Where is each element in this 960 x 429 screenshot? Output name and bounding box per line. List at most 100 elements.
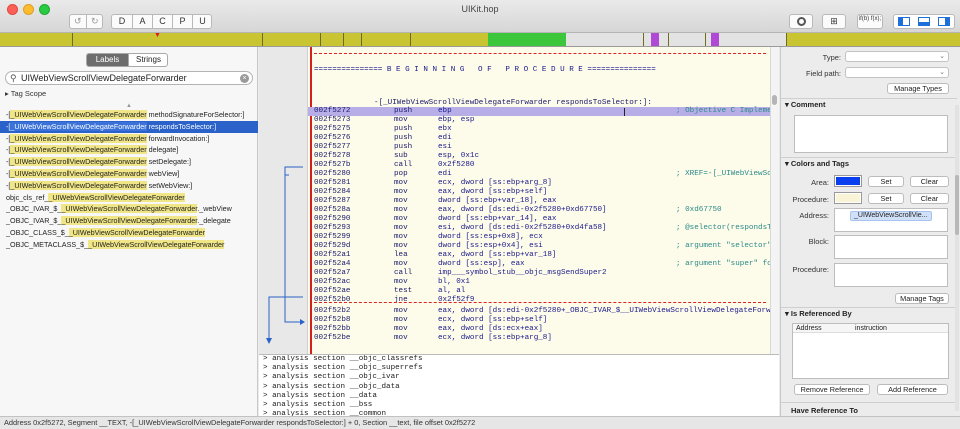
instruction-row[interactable]: 002f5278 sub esp, 0x1c bbox=[314, 152, 770, 161]
inspector-scrollbar[interactable] bbox=[955, 105, 959, 411]
comment-section-header[interactable]: ▾ Comment bbox=[785, 100, 825, 109]
symbol-list-item[interactable]: -[_UIWebViewScrollViewDelegateForwarder … bbox=[0, 144, 258, 156]
area-set-button[interactable]: Set bbox=[868, 176, 904, 187]
procedure-type-button[interactable]: P bbox=[172, 15, 192, 28]
area-clear-button[interactable]: Clear bbox=[910, 176, 949, 187]
instruction-row[interactable]: 002f5275 push ebx bbox=[314, 125, 770, 134]
address-tags-field[interactable]: _UIWebViewScrollVie... bbox=[834, 208, 948, 232]
instruction-row[interactable]: 002f5287 mov dword [ss:ebp+var_18], eax bbox=[314, 197, 770, 206]
undo-icon[interactable]: ↺ bbox=[74, 15, 82, 28]
instruction-row[interactable]: 002f5293 mov esi, dword [ds:edi-0x2f5280+0… bbox=[314, 224, 770, 233]
instruction-row[interactable]: 002f5290 mov dword [ss:ebp+var_14], eax bbox=[314, 215, 770, 224]
procedure-color-well[interactable] bbox=[834, 192, 862, 204]
symbol-list-item[interactable]: objc_cls_ref__UIWebViewScrollViewDelegat… bbox=[0, 192, 258, 204]
symbol-list-item[interactable]: _OBJC_IVAR_$__UIWebViewScrollViewDelegat… bbox=[0, 215, 258, 227]
instruction-row[interactable]: 002f52be mov ecx, dword [ss:ebp+arg_8] bbox=[314, 334, 770, 343]
search-match-highlight: _UIWebViewScrollViewDelegateForwarder bbox=[61, 204, 198, 214]
strings-tab[interactable]: Strings bbox=[128, 54, 167, 66]
instruction-row[interactable]: 002f52b0 jne 0x2f52f9 bbox=[314, 296, 770, 305]
type-select[interactable]: ⌄ bbox=[845, 51, 949, 62]
control-flow-graph-icon: ⊞ bbox=[830, 16, 838, 26]
symbol-list-item[interactable]: _OBJC_CLASS_$__UIWebViewScrollViewDelega… bbox=[0, 227, 258, 239]
instruction-row[interactable]: 002f5273 mov ebp, esp bbox=[314, 116, 770, 125]
instruction-row[interactable]: 002f52b2 mov eax, dword [ds:edi-0x2f5280+_… bbox=[314, 307, 770, 316]
instruction-operands: edi bbox=[438, 170, 452, 178]
right-panel-toggle-icon[interactable] bbox=[938, 17, 950, 26]
remove-reference-button[interactable]: Remove Reference bbox=[794, 384, 870, 395]
search-input[interactable]: UIWebViewScrollViewDelegateForwarder bbox=[21, 72, 187, 84]
procedure-color-label: Procedure: bbox=[792, 195, 829, 204]
segment-tick bbox=[320, 33, 321, 46]
referenced-by-section-header[interactable]: ▾ Is Referenced By bbox=[785, 309, 852, 318]
have-reference-section-header[interactable]: Have Reference To bbox=[791, 406, 858, 415]
instruction-row[interactable]: 002f5276 push edi bbox=[314, 134, 770, 143]
comment-textarea[interactable] bbox=[794, 115, 948, 153]
instruction-row[interactable]: 002f52ae test al, al bbox=[314, 287, 770, 296]
instruction-row[interactable]: 002f52b8 mov ecx, dword [ss:ebp+self] bbox=[314, 316, 770, 325]
symbol-list-item[interactable]: -[_UIWebViewScrollViewDelegateForwarder … bbox=[0, 156, 258, 168]
instruction-mnemonic: push bbox=[394, 125, 413, 133]
field-path-select[interactable]: ⌄ bbox=[845, 67, 949, 78]
redo-icon[interactable]: ↻ bbox=[91, 15, 99, 28]
code-scrollbar[interactable] bbox=[770, 47, 779, 354]
undefined-type-button[interactable]: U bbox=[192, 15, 212, 28]
segment-navigation-bar[interactable]: ▼ bbox=[0, 32, 960, 47]
splitter-grip-icon[interactable]: ▲ bbox=[126, 103, 132, 109]
procedure-tags-field[interactable] bbox=[834, 263, 948, 287]
data-type-button[interactable]: D bbox=[112, 15, 132, 28]
symbol-list-item[interactable]: -[_UIWebViewScrollViewDelegateForwarder … bbox=[0, 133, 258, 145]
instruction-row[interactable]: 002f529d mov dword [ss:esp+0x4], esi ; argu… bbox=[314, 242, 770, 251]
referenced-by-table[interactable]: Address instruction bbox=[792, 323, 949, 379]
symbol-list-item[interactable]: -[_UIWebViewScrollViewDelegateForwarder … bbox=[0, 180, 258, 192]
instruction-address: 002f52a1 bbox=[314, 251, 351, 259]
symbol-list-item[interactable]: _OBJC_METACLASS_$__UIWebViewScrollViewDe… bbox=[0, 239, 258, 251]
symbol-list-item[interactable]: -[_UIWebViewScrollViewDelegateForwarder … bbox=[0, 120, 258, 133]
symbol-list-item[interactable]: -[_UIWebViewScrollViewDelegateForwarder … bbox=[0, 109, 258, 121]
instruction-row[interactable]: 002f52ac mov bl, 0x1 bbox=[314, 278, 770, 287]
control-flow-graph-button[interactable]: ⊞ bbox=[822, 14, 846, 29]
instruction-row[interactable]: 002f52a7 call imp___symbol_stub__objc_msgS… bbox=[314, 269, 770, 278]
instruction-row[interactable]: 002f52bb mov eax, dword [ds:ecx+eax] bbox=[314, 325, 770, 334]
instruction-row[interactable]: 002f5281 mov ecx, dword [ss:ebp+arg_8] bbox=[314, 179, 770, 188]
debug-button[interactable] bbox=[789, 14, 813, 29]
instruction-row[interactable]: 002f52a1 lea eax, dword [ss:ebp+var_18] bbox=[314, 251, 770, 260]
procedure-set-button[interactable]: Set bbox=[868, 193, 904, 204]
instruction-address: 002f52b8 bbox=[314, 316, 351, 324]
address-column-header[interactable]: Address bbox=[796, 324, 822, 333]
disassembly-view[interactable]: =============== B E G I N N I N G O F P … bbox=[308, 47, 770, 354]
scroll-thumb[interactable] bbox=[772, 95, 777, 105]
code-type-button[interactable]: C bbox=[152, 15, 172, 28]
add-reference-button[interactable]: Add Reference bbox=[877, 384, 948, 395]
instruction-row[interactable]: 002f5272 push ebp ; Objective C Implemen bbox=[314, 107, 770, 116]
instruction-mnemonic: mov bbox=[394, 307, 408, 315]
symbol-list-item[interactable]: _OBJC_IVAR_$__UIWebViewScrollViewDelegat… bbox=[0, 203, 258, 215]
search-match-highlight: _UIWebViewScrollViewDelegateForwarder bbox=[10, 133, 147, 143]
instruction-row[interactable]: 002f528a mov eax, dword [ds:edi-0x2f5280+0… bbox=[314, 206, 770, 215]
instruction-row[interactable]: 002f5277 push esi bbox=[314, 143, 770, 152]
symbol-list-item[interactable]: -[_UIWebViewScrollViewDelegateForwarder … bbox=[0, 168, 258, 180]
clear-search-icon[interactable]: × bbox=[240, 74, 249, 83]
instruction-row[interactable]: 002f527b call 0x2f5280 bbox=[314, 161, 770, 170]
tag-scope-toggle[interactable]: ▸ Tag Scope bbox=[5, 89, 46, 98]
procedure-clear-button[interactable]: Clear bbox=[910, 193, 949, 204]
manage-tags-button[interactable]: Manage Tags bbox=[895, 293, 949, 304]
instruction-row[interactable]: 002f5280 pop edi ; XREF=-[_UIWebViewScr bbox=[314, 170, 770, 179]
area-color-well[interactable] bbox=[834, 175, 862, 187]
block-tags-field[interactable] bbox=[834, 235, 948, 259]
manage-types-button[interactable]: Manage Types bbox=[887, 83, 949, 94]
instruction-column-header[interactable]: instruction bbox=[855, 324, 887, 333]
address-tag-token[interactable]: _UIWebViewScrollVie... bbox=[850, 211, 932, 221]
ascii-type-button[interactable]: A bbox=[132, 15, 152, 28]
instruction-row[interactable]: 002f5284 mov eax, dword [ss:ebp+self] bbox=[314, 188, 770, 197]
pseudo-code-icon: if(b) f(x); bbox=[858, 16, 882, 22]
label-search-field[interactable]: ⚲ UIWebViewScrollViewDelegateForwarder × bbox=[5, 71, 253, 85]
console-log[interactable]: > analysis section __objc_classrefs > ana… bbox=[259, 354, 779, 416]
scroll-thumb[interactable] bbox=[955, 175, 959, 235]
colors-tags-section-header[interactable]: ▾ Colors and Tags bbox=[785, 159, 849, 168]
left-panel-toggle-icon[interactable] bbox=[898, 17, 910, 26]
pseudo-code-button[interactable]: if(b) f(x); bbox=[857, 14, 883, 29]
instruction-row[interactable]: 002f52a4 mov dword [ss:esp], eax ; argument… bbox=[314, 260, 770, 269]
bottom-panel-toggle-icon[interactable] bbox=[918, 17, 930, 26]
instruction-row[interactable]: 002f5299 mov dword [ss:esp+0x8], ecx bbox=[314, 233, 770, 242]
labels-tab[interactable]: Labels bbox=[87, 54, 128, 66]
